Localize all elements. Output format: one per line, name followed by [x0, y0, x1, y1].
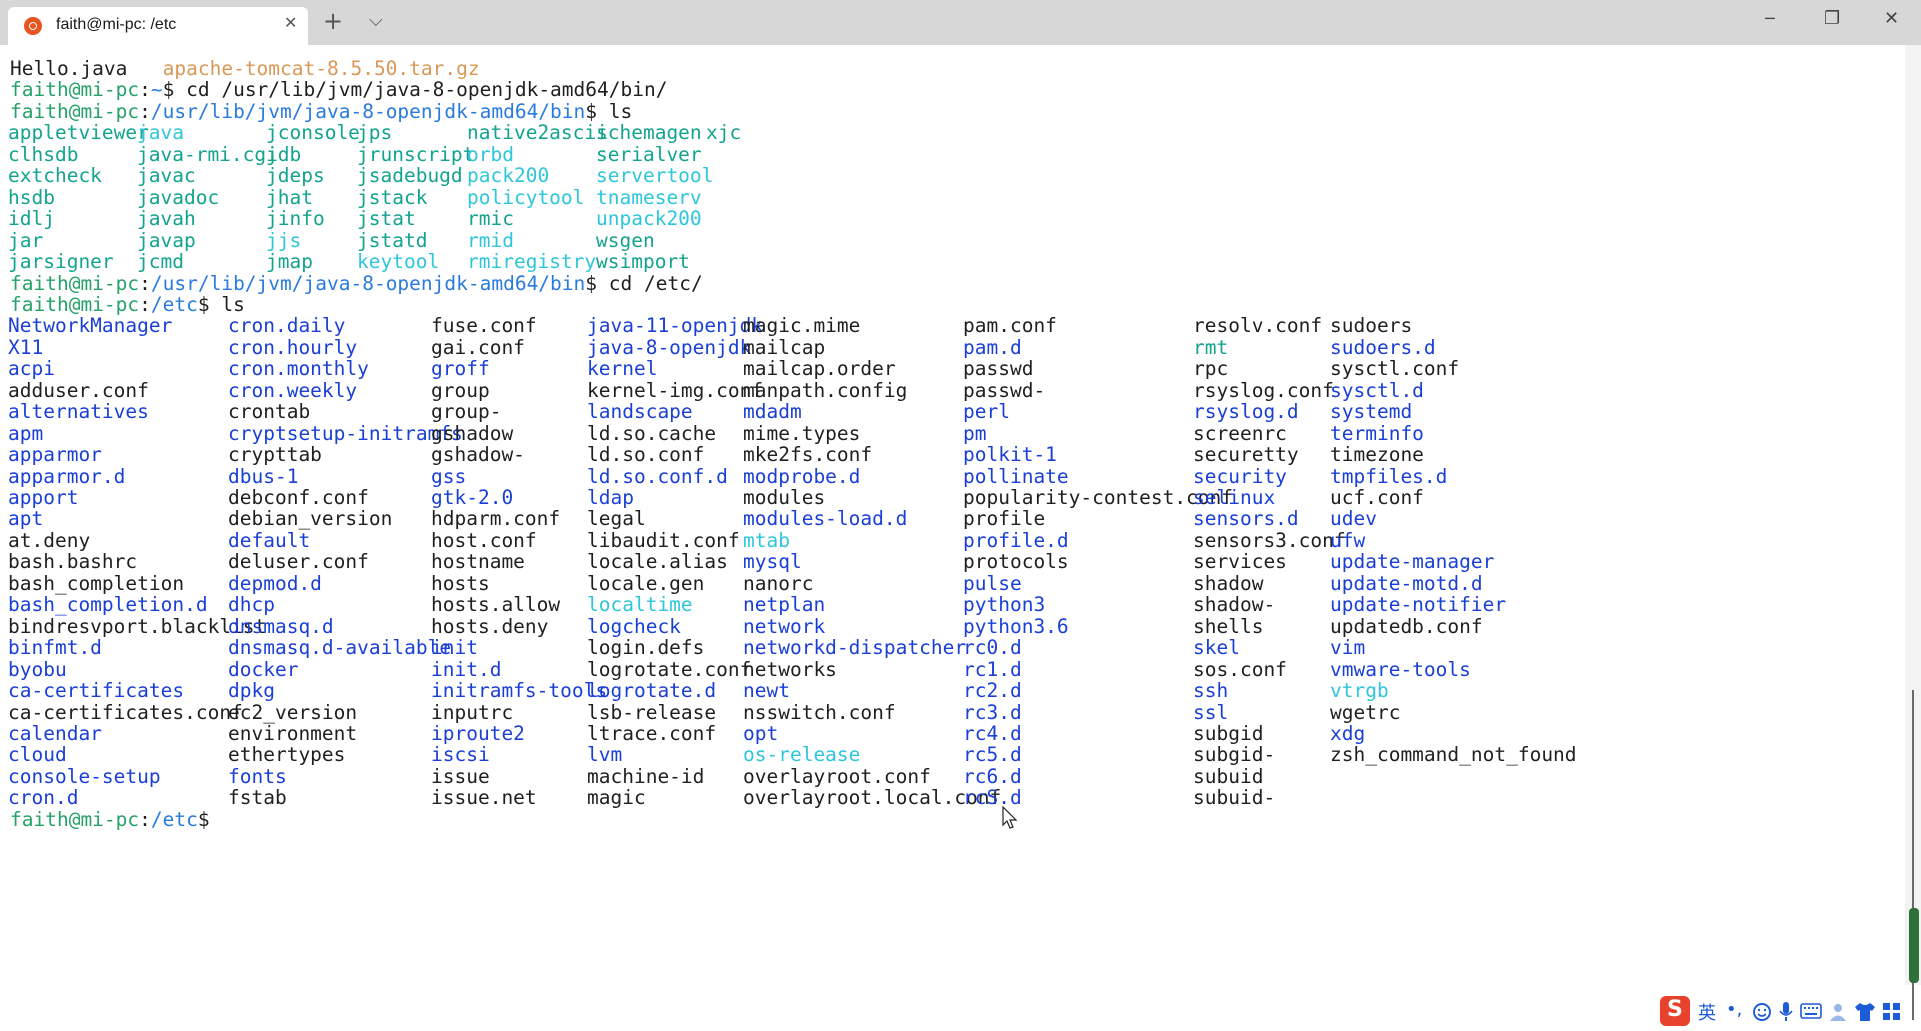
shirt-icon[interactable] — [1854, 1002, 1876, 1022]
window-close-icon: ✕ — [1884, 8, 1900, 29]
terminal-line: faith@mi-pc:/etc$ — [10, 807, 210, 833]
keyboard-icon[interactable] — [1800, 1003, 1822, 1019]
terminal-text: : — [139, 807, 151, 831]
prompt-user: faith@mi-pc — [10, 807, 140, 831]
file-entry: fstab — [228, 786, 287, 810]
restore-icon: ❐ — [1824, 8, 1841, 29]
restore-button[interactable]: ❐ — [1812, 0, 1858, 45]
file-entry: issue.net — [431, 786, 537, 810]
minimize-button[interactable]: ─ — [1753, 0, 1799, 45]
ime-language-toggle[interactable]: 英 — [1698, 999, 1716, 1025]
plus-icon: + — [323, 7, 344, 35]
executable-entry: xjc — [706, 121, 742, 145]
tab-terminal[interactable]: faith@mi-pc: /etc ✕ — [8, 7, 308, 45]
grid-icon[interactable] — [1882, 1002, 1902, 1022]
ubuntu-icon — [24, 17, 42, 35]
tab-dropdown-button[interactable]: ⌵ — [355, 0, 401, 45]
microphone-icon[interactable] — [1778, 1001, 1794, 1023]
file-entry: subuid- — [1193, 786, 1276, 810]
title-bar: faith@mi-pc: /etc ✕ + ⌵ ─ ❐ ✕ — [0, 0, 1921, 45]
tab-close-button[interactable]: ✕ — [280, 13, 302, 35]
file-entry: magic — [587, 786, 646, 810]
smiley-icon[interactable] — [1752, 1002, 1772, 1022]
user-icon[interactable] — [1828, 1002, 1848, 1022]
tab-title: faith@mi-pc: /etc — [56, 16, 177, 33]
mouse-cursor-icon — [1002, 806, 1018, 829]
prompt-path: /etc — [150, 807, 198, 831]
close-button[interactable]: ✕ — [1870, 0, 1916, 45]
scrollbar[interactable] — [1905, 45, 1921, 1020]
new-tab-button[interactable]: + — [310, 0, 356, 45]
file-entry: zsh_command_not_found — [1330, 743, 1577, 767]
terminal-text: $ cd /etc/ — [585, 271, 703, 295]
scrollbar-thumb[interactable] — [1909, 908, 1919, 983]
terminal-output[interactable]: Hello.java apache-tomcat-8.5.50.tar.gz fa… — [8, 57, 1900, 998]
terminal-text: $ — [197, 807, 210, 831]
minimize-icon: ─ — [1765, 9, 1775, 28]
ime-toolbar: S 英 •, — [1660, 996, 1918, 1028]
sogou-logo-icon[interactable]: S — [1660, 996, 1690, 1026]
chevron-down-icon: ⌵ — [369, 10, 383, 31]
close-icon: ✕ — [284, 13, 298, 32]
ime-punct-toggle[interactable]: •, — [1726, 999, 1742, 1020]
